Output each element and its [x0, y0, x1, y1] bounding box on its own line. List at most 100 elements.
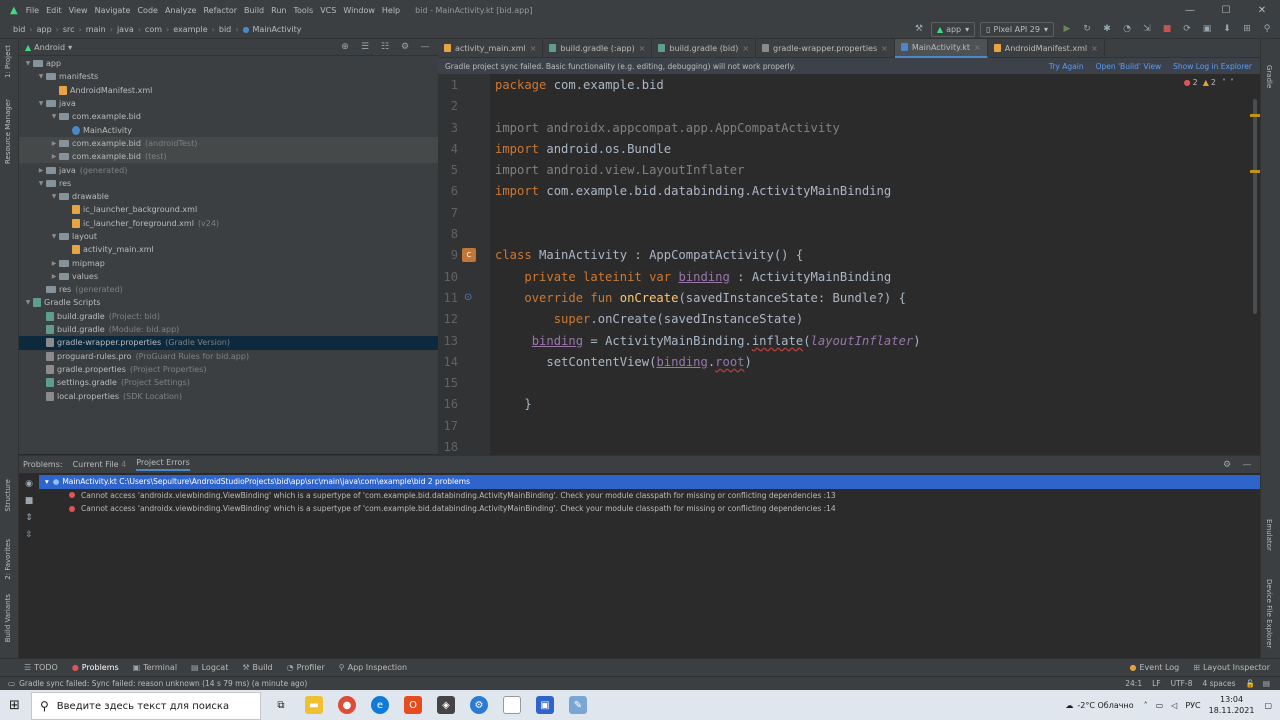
class-gutter-icon[interactable]: C: [462, 248, 476, 262]
gear-icon[interactable]: ⚙: [1220, 458, 1234, 472]
tab-current-file[interactable]: Current File 4: [73, 460, 127, 469]
terminal-tab[interactable]: ▣ Terminal: [133, 663, 177, 672]
problem-row[interactable]: Cannot access 'androidx.viewbinding.View…: [39, 502, 1260, 516]
tree-item[interactable]: activity_main.xml: [19, 243, 438, 256]
close-tab-icon[interactable]: ×: [530, 44, 537, 53]
device-file-explorer-tab[interactable]: Device File Explorer: [1265, 579, 1273, 648]
chevron-down-icon[interactable]: ▼: [23, 60, 33, 67]
structure-tab[interactable]: Structure: [4, 479, 12, 512]
editor-tab[interactable]: gradle-wrapper.properties ×: [756, 38, 895, 58]
chevron-down-icon[interactable]: ▼: [49, 113, 59, 120]
hide-icon[interactable]: —: [418, 40, 432, 54]
resource-manager-tab[interactable]: Resource Manager: [4, 99, 12, 164]
crumb-app[interactable]: app: [37, 25, 52, 34]
debug-icon[interactable]: ✱: [1100, 22, 1114, 36]
chevron-down-icon[interactable]: ▼: [49, 233, 59, 240]
chevron-right-icon[interactable]: ▶: [49, 273, 59, 280]
sdk-manager-icon[interactable]: ⬇: [1220, 22, 1234, 36]
editor-scrollbar[interactable]: [1253, 99, 1257, 314]
editor-tab[interactable]: build.gradle (:app) ×: [543, 38, 653, 58]
chevron-up-icon[interactable]: ˄: [1222, 78, 1226, 87]
memory-icon[interactable]: ▤: [1263, 679, 1270, 688]
problem-row[interactable]: Cannot access 'androidx.viewbinding.View…: [39, 489, 1260, 503]
tree-item[interactable]: ▼ app: [19, 57, 438, 70]
warning-stripe[interactable]: [1250, 114, 1260, 117]
app-cube-icon[interactable]: ◈: [437, 696, 455, 714]
crumb-bid-pkg[interactable]: bid: [219, 25, 231, 34]
tree-item[interactable]: ▼ com.example.bid: [19, 110, 438, 123]
chevron-right-icon[interactable]: ▶: [49, 260, 59, 267]
override-gutter-icon[interactable]: ⊙: [464, 292, 472, 303]
menu-view[interactable]: View: [69, 6, 88, 15]
crumb-example[interactable]: example: [173, 25, 207, 34]
collapse-all-icon[interactable]: ⇳: [22, 528, 36, 542]
menu-window[interactable]: Window: [343, 6, 375, 15]
caret-position[interactable]: 24:1: [1125, 679, 1142, 688]
notifications-icon[interactable]: ▢: [1264, 701, 1272, 710]
tree-item[interactable]: MainActivity: [19, 123, 438, 136]
run-config-select[interactable]: ▲ app ▾: [930, 21, 976, 37]
lock-icon[interactable]: 🔓: [1246, 679, 1255, 688]
tree-item[interactable]: gradle-wrapper.properties (Gradle Version…: [19, 336, 438, 350]
problem-file-row[interactable]: ▾ ● MainActivity.kt C:\Users\Sepulture\A…: [39, 475, 1260, 489]
tree-item[interactable]: settings.gradle (Project Settings): [19, 376, 438, 389]
clock[interactable]: 13:04 18.11.2021: [1209, 694, 1255, 716]
stop-icon[interactable]: ■: [22, 494, 36, 508]
close-tab-icon[interactable]: ×: [1091, 44, 1098, 53]
tree-item[interactable]: res (generated): [19, 283, 438, 296]
code-editor[interactable]: 1 2 3 4 5 6 7 8 9 10 11 12 13 14 15 16 17 18 C ⊙ package …: [438, 74, 1260, 455]
language-indicator[interactable]: РУС: [1185, 701, 1200, 710]
app-inspection-tab[interactable]: ⚲ App Inspection: [339, 663, 407, 672]
tree-item[interactable]: ▶ java (generated): [19, 163, 438, 176]
chevron-down-icon[interactable]: ▾: [68, 43, 72, 52]
menu-tools[interactable]: Tools: [293, 6, 313, 15]
attach-debugger-icon[interactable]: ⇲: [1140, 22, 1154, 36]
minimize-button[interactable]: —: [1172, 5, 1208, 16]
build-variants-tab[interactable]: Build Variants: [4, 594, 12, 642]
menu-navigate[interactable]: Navigate: [95, 6, 131, 15]
menu-code[interactable]: Code: [137, 6, 157, 15]
line-separator[interactable]: LF: [1152, 679, 1161, 688]
notepad-icon[interactable]: [503, 696, 521, 714]
project-view-mode[interactable]: Android: [34, 43, 65, 52]
menu-build[interactable]: Build: [244, 6, 264, 15]
android-studio-icon[interactable]: ▣: [536, 696, 554, 714]
logcat-tab[interactable]: ▤ Logcat: [191, 663, 228, 672]
chrome-icon[interactable]: ●: [338, 696, 356, 714]
tree-item[interactable]: ▼ java: [19, 97, 438, 110]
menu-vcs[interactable]: VCS: [320, 6, 336, 15]
show-log-link[interactable]: Show Log in Explorer: [1173, 62, 1252, 71]
try-again-link[interactable]: Try Again: [1049, 62, 1084, 71]
volume-icon[interactable]: ◁: [1171, 701, 1177, 710]
warning-stripe-2[interactable]: [1250, 170, 1260, 173]
crumb-mainactivity[interactable]: MainActivity: [252, 25, 301, 34]
menu-refactor[interactable]: Refactor: [203, 6, 237, 15]
chevron-right-icon[interactable]: ▶: [36, 167, 46, 174]
tree-item[interactable]: ▼ layout: [19, 230, 438, 243]
chevron-down-icon[interactable]: ▼: [36, 180, 46, 187]
chevron-down-icon[interactable]: ▾: [45, 477, 49, 486]
editor-tab[interactable]: AndroidManifest.xml ×: [988, 38, 1105, 58]
close-tab-icon[interactable]: ×: [881, 44, 888, 53]
collapse-all-icon[interactable]: ☷: [378, 40, 392, 54]
tree-item[interactable]: AndroidManifest.xml: [19, 84, 438, 97]
chevron-down-icon[interactable]: ▼: [36, 73, 46, 80]
editor-tab[interactable]: MainActivity.kt ×: [894, 38, 988, 58]
chevron-right-icon[interactable]: ▶: [49, 153, 59, 160]
project-tool-tab[interactable]: 1: Project: [4, 45, 12, 78]
close-button[interactable]: ✕: [1244, 5, 1280, 16]
avd-manager-icon[interactable]: ▣: [1200, 22, 1214, 36]
close-tab-icon[interactable]: ×: [639, 44, 646, 53]
tree-item[interactable]: gradle.properties (Project Properties): [19, 363, 438, 376]
gradle-tab[interactable]: Gradle: [1265, 65, 1273, 88]
status-message[interactable]: Gradle sync failed: Sync failed: reason …: [19, 679, 307, 688]
chevron-up-icon[interactable]: ˄: [1144, 701, 1148, 710]
chevron-down-icon[interactable]: ▼: [49, 193, 59, 200]
inspection-widget[interactable]: ● 2 ▲ 2 ˄ ˅: [1184, 78, 1234, 87]
menu-file[interactable]: File: [26, 6, 39, 15]
task-view-icon[interactable]: ⧉: [272, 696, 290, 714]
tree-item[interactable]: ▶ values: [19, 270, 438, 283]
tree-item[interactable]: build.gradle (Project: bid): [19, 310, 438, 323]
run-icon[interactable]: ▶: [1060, 22, 1074, 36]
file-encoding[interactable]: UTF-8: [1171, 679, 1193, 688]
